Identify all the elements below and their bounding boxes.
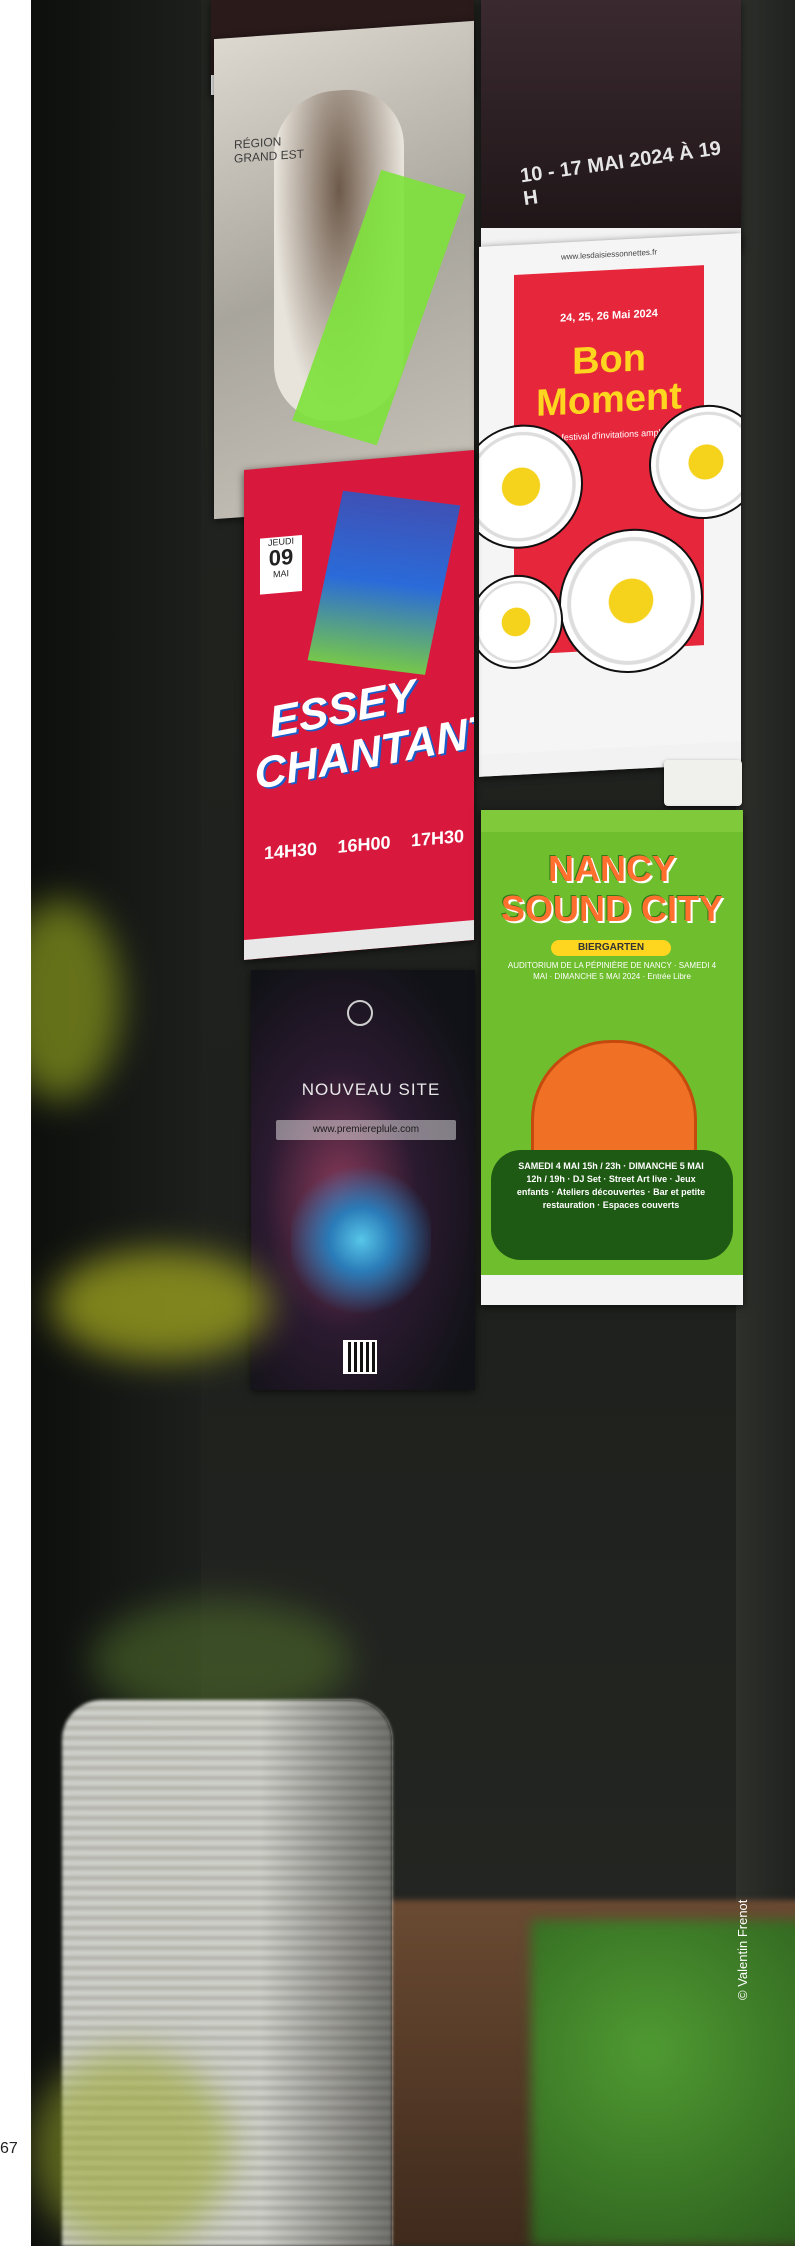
poster-nancy-sound-city: NANCY SOUND CITY BIERGARTEN AUDITORIUM D… [481,810,743,1305]
dome-illustration [531,1040,697,1166]
bon-moment-title: Bon Moment [519,335,699,425]
date-badge: JEUDI 09 MAI [260,534,302,595]
nouveau-site-url: www.premiereplule.com [276,1120,456,1140]
logo-icon [347,1000,373,1026]
poster-concert: 10 - 17 MAI 2024 À 19 H [481,0,741,250]
essey-times: 14H30 16H00 17H30 [264,826,464,864]
daisy-icon [479,572,563,672]
crowd-lights [291,1160,431,1320]
date-badge-month: MAI [272,568,289,580]
dance-poster-text: RÉGION GRAND EST [234,134,305,166]
bon-moment-title-line2: Moment [536,375,682,425]
essey-time: 17H30 [410,825,464,851]
green-tabletop [531,1920,795,2246]
nancy-title-line1: NANCY [547,848,676,889]
date-badge-number: 09 [268,543,294,571]
nouveau-site-headline: NOUVEAU SITE [301,1080,441,1099]
poster-essey-chantant: JEUDI 09 MAI ESSEY CHANTANT 14H30 16H00 … [244,449,474,961]
concert-date: 10 - 17 MAI 2024 À 19 H [518,137,723,211]
poster-bon-moment: www.lesdaisiessonnettes.fr 24, 25, 26 Ma… [479,233,741,777]
wall-sticker [664,760,742,806]
blurred-leaf [51,1250,271,1360]
blurred-leaf [31,2050,231,2246]
nancy-venue-badge: BIERGARTEN [551,940,671,956]
essey-time: 14H30 [264,838,318,864]
poster-nouveau-site: NOUVEAU SITE www.premiereplule.com [251,970,475,1390]
nancy-info: AUDITORIUM DE LA PÉPINIÈRE DE NANCY · SA… [507,961,717,981]
sponsor-strip [481,1275,743,1305]
nancy-title-line2: SOUND CITY [500,888,723,929]
essey-time: 16H00 [337,832,391,857]
poster-dance: RÉGION GRAND EST [214,20,474,520]
bon-moment-title-line1: Bon [572,337,646,383]
qr-code-icon [343,1340,377,1374]
photo-credit: © Valentin Frenot [735,1899,750,2000]
nancy-program: SAMEDI 4 MAI 15h / 23h · DIMANCHE 5 MAI … [516,1161,706,1210]
guitar-illustration [307,490,461,675]
page-number: 67 [0,2140,18,2157]
street-photo: RÉGION GRAND EST 10 - 17 MAI 2024 À 19 H… [31,0,795,2246]
bon-moment-url: www.lesdaisiessonnettes.fr [560,247,658,262]
